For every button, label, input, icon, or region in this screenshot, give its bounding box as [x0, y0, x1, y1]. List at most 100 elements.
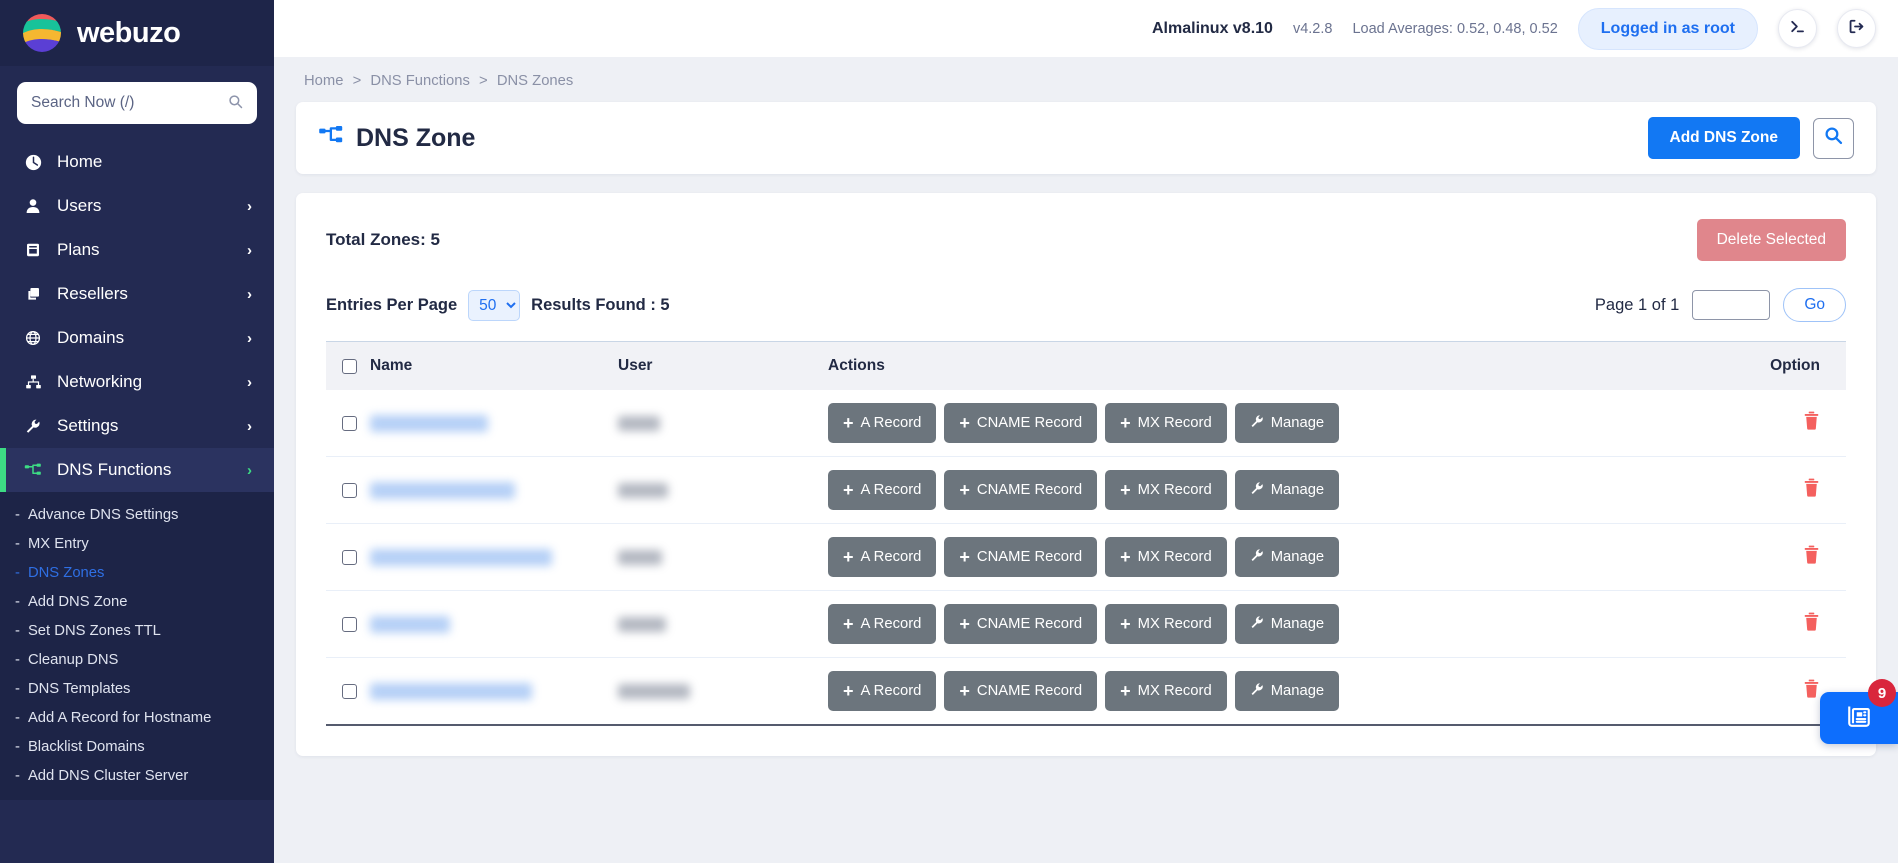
add-dns-zone-button[interactable]: Add DNS Zone	[1647, 117, 1800, 159]
entries-per-page-select[interactable]: 50	[468, 289, 521, 321]
zone-user-redacted	[618, 415, 660, 431]
search-input[interactable]: Search Now (/)	[17, 82, 257, 124]
main-area: Almalinux v8.10 v4.2.8 Load Averages: 0.…	[274, 0, 1898, 863]
add-cname-record-button[interactable]: + CNAME Record	[944, 403, 1098, 443]
button-label: MX Record	[1137, 415, 1212, 431]
entries-per-page-group: Entries Per Page 50 Results Found : 5	[326, 289, 670, 321]
zone-name-cell[interactable]	[370, 523, 618, 591]
row-action-group: + A Record + CNAME Record + MX Record Manag…	[828, 537, 1714, 577]
breadcrumb-item-dns-functions[interactable]: DNS Functions	[370, 73, 470, 89]
sidebar-item-resellers[interactable]: Resellers ›	[0, 272, 274, 316]
breadcrumb: Home > DNS Functions > DNS Zones	[274, 57, 1898, 102]
sidebar-item-label: Plans	[57, 240, 100, 259]
zone-name-redacted	[370, 615, 450, 633]
zone-actions-cell: + A Record + CNAME Record + MX Record Manag…	[828, 590, 1715, 658]
sidebar-item-plans[interactable]: Plans ›	[0, 228, 274, 272]
sidebar-subitem-add-a-record-for-hostname[interactable]: - Add A Record for Hostname	[0, 703, 274, 732]
go-button[interactable]: Go	[1783, 288, 1846, 322]
add-a-record-button[interactable]: + A Record	[828, 671, 937, 711]
news-badge-count: 9	[1868, 679, 1896, 707]
button-label: Manage	[1270, 616, 1325, 632]
trash-icon[interactable]	[1803, 612, 1820, 636]
sidebar-item-home[interactable]: Home	[0, 140, 274, 184]
trash-icon[interactable]	[1803, 679, 1820, 703]
row-checkbox[interactable]	[342, 482, 357, 498]
add-cname-record-button[interactable]: + CNAME Record	[944, 537, 1098, 577]
sidebar-subitem-dns-zones[interactable]: - DNS Zones	[0, 558, 274, 587]
app-root: webuzo Search Now (/) Home Users › Plans…	[0, 0, 1898, 863]
sidebar-subitem-set-dns-zones-ttl[interactable]: - Set DNS Zones TTL	[0, 616, 274, 645]
manage-button[interactable]: Manage	[1234, 403, 1340, 443]
button-label: A Record	[860, 415, 922, 431]
plus-icon: +	[1120, 480, 1131, 500]
row-checkbox[interactable]	[342, 616, 357, 632]
zone-actions-cell: + A Record + CNAME Record + MX Record Manag…	[828, 523, 1715, 591]
button-label: MX Record	[1137, 549, 1212, 565]
add-a-record-button[interactable]: + A Record	[828, 604, 937, 644]
add-mx-record-button[interactable]: + MX Record	[1105, 403, 1227, 443]
sidebar-item-settings[interactable]: Settings ›	[0, 404, 274, 448]
sidebar-item-dns-functions[interactable]: DNS Functions ›	[0, 448, 274, 492]
sidebar-subitem-add-dns-zone[interactable]: - Add DNS Zone	[0, 587, 274, 616]
manage-button[interactable]: Manage	[1234, 671, 1340, 711]
sidebar-item-networking[interactable]: Networking ›	[0, 360, 274, 404]
dash-icon: -	[15, 680, 20, 697]
plus-icon: +	[843, 547, 854, 567]
brand-header[interactable]: webuzo	[0, 0, 274, 66]
trash-icon[interactable]	[1803, 411, 1820, 435]
logged-in-badge[interactable]: Logged in as root	[1577, 7, 1758, 50]
manage-button[interactable]: Manage	[1234, 604, 1340, 644]
row-checkbox[interactable]	[342, 549, 357, 565]
sidebar-subitem-add-dns-cluster-server[interactable]: - Add DNS Cluster Server	[0, 761, 274, 790]
sidebar-subitem-cleanup-dns[interactable]: - Cleanup DNS	[0, 645, 274, 674]
button-label: MX Record	[1137, 683, 1212, 699]
zone-name-redacted	[370, 682, 532, 700]
add-cname-record-button[interactable]: + CNAME Record	[944, 604, 1098, 644]
row-checkbox[interactable]	[342, 415, 357, 431]
breadcrumb-item-home[interactable]: Home	[304, 73, 343, 89]
add-a-record-button[interactable]: + A Record	[828, 403, 937, 443]
terminal-button[interactable]	[1778, 9, 1817, 48]
logout-button[interactable]	[1837, 9, 1876, 48]
add-cname-record-button[interactable]: + CNAME Record	[944, 671, 1098, 711]
manage-button[interactable]: Manage	[1234, 470, 1340, 510]
page-number-input[interactable]	[1692, 290, 1771, 320]
breadcrumb-item-dns-zones[interactable]: DNS Zones	[497, 73, 573, 89]
zone-option-cell	[1714, 590, 1846, 658]
sidebar-item-users[interactable]: Users ›	[0, 184, 274, 228]
delete-selected-button[interactable]: Delete Selected	[1696, 219, 1846, 261]
news-widget-button[interactable]: 9	[1820, 679, 1898, 744]
add-mx-record-button[interactable]: + MX Record	[1105, 604, 1227, 644]
sidebar-subitem-advance-dns-settings[interactable]: - Advance DNS Settings	[0, 500, 274, 529]
add-cname-record-button[interactable]: + CNAME Record	[944, 470, 1098, 510]
trash-icon[interactable]	[1803, 478, 1820, 502]
manage-button[interactable]: Manage	[1234, 537, 1340, 577]
sidebar-subitem-blacklist-domains[interactable]: - Blacklist Domains	[0, 732, 274, 761]
sidebar-item-domains[interactable]: Domains ›	[0, 316, 274, 360]
results-found-label: Results Found : 5	[531, 295, 670, 314]
add-mx-record-button[interactable]: + MX Record	[1105, 470, 1227, 510]
add-mx-record-button[interactable]: + MX Record	[1105, 537, 1227, 577]
zone-name-cell[interactable]	[370, 390, 618, 457]
add-a-record-button[interactable]: + A Record	[828, 537, 937, 577]
sidebar-subitem-label: MX Entry	[27, 535, 89, 552]
sidebar-subitem-mx-entry[interactable]: - MX Entry	[0, 529, 274, 558]
zone-name-cell[interactable]	[370, 590, 618, 658]
zone-name-cell[interactable]	[370, 456, 618, 524]
add-mx-record-button[interactable]: + MX Record	[1105, 671, 1227, 711]
sitemap-icon	[22, 374, 44, 390]
select-all-checkbox[interactable]	[342, 358, 357, 374]
row-checkbox[interactable]	[342, 683, 357, 699]
chevron-right-icon: ›	[247, 329, 252, 347]
sidebar-subitem-dns-templates[interactable]: - DNS Templates	[0, 674, 274, 703]
column-header-option: Option	[1714, 341, 1846, 390]
dash-icon: -	[15, 506, 20, 523]
wrench-icon	[1250, 615, 1264, 633]
button-label: MX Record	[1137, 616, 1212, 632]
add-a-record-button[interactable]: + A Record	[828, 470, 937, 510]
zone-name-cell[interactable]	[370, 657, 618, 726]
dash-icon: -	[15, 738, 20, 755]
trash-icon[interactable]	[1803, 545, 1820, 569]
search-toggle-button[interactable]	[1813, 117, 1854, 159]
table-toolbar-top: Total Zones: 5 Delete Selected	[326, 219, 1846, 261]
